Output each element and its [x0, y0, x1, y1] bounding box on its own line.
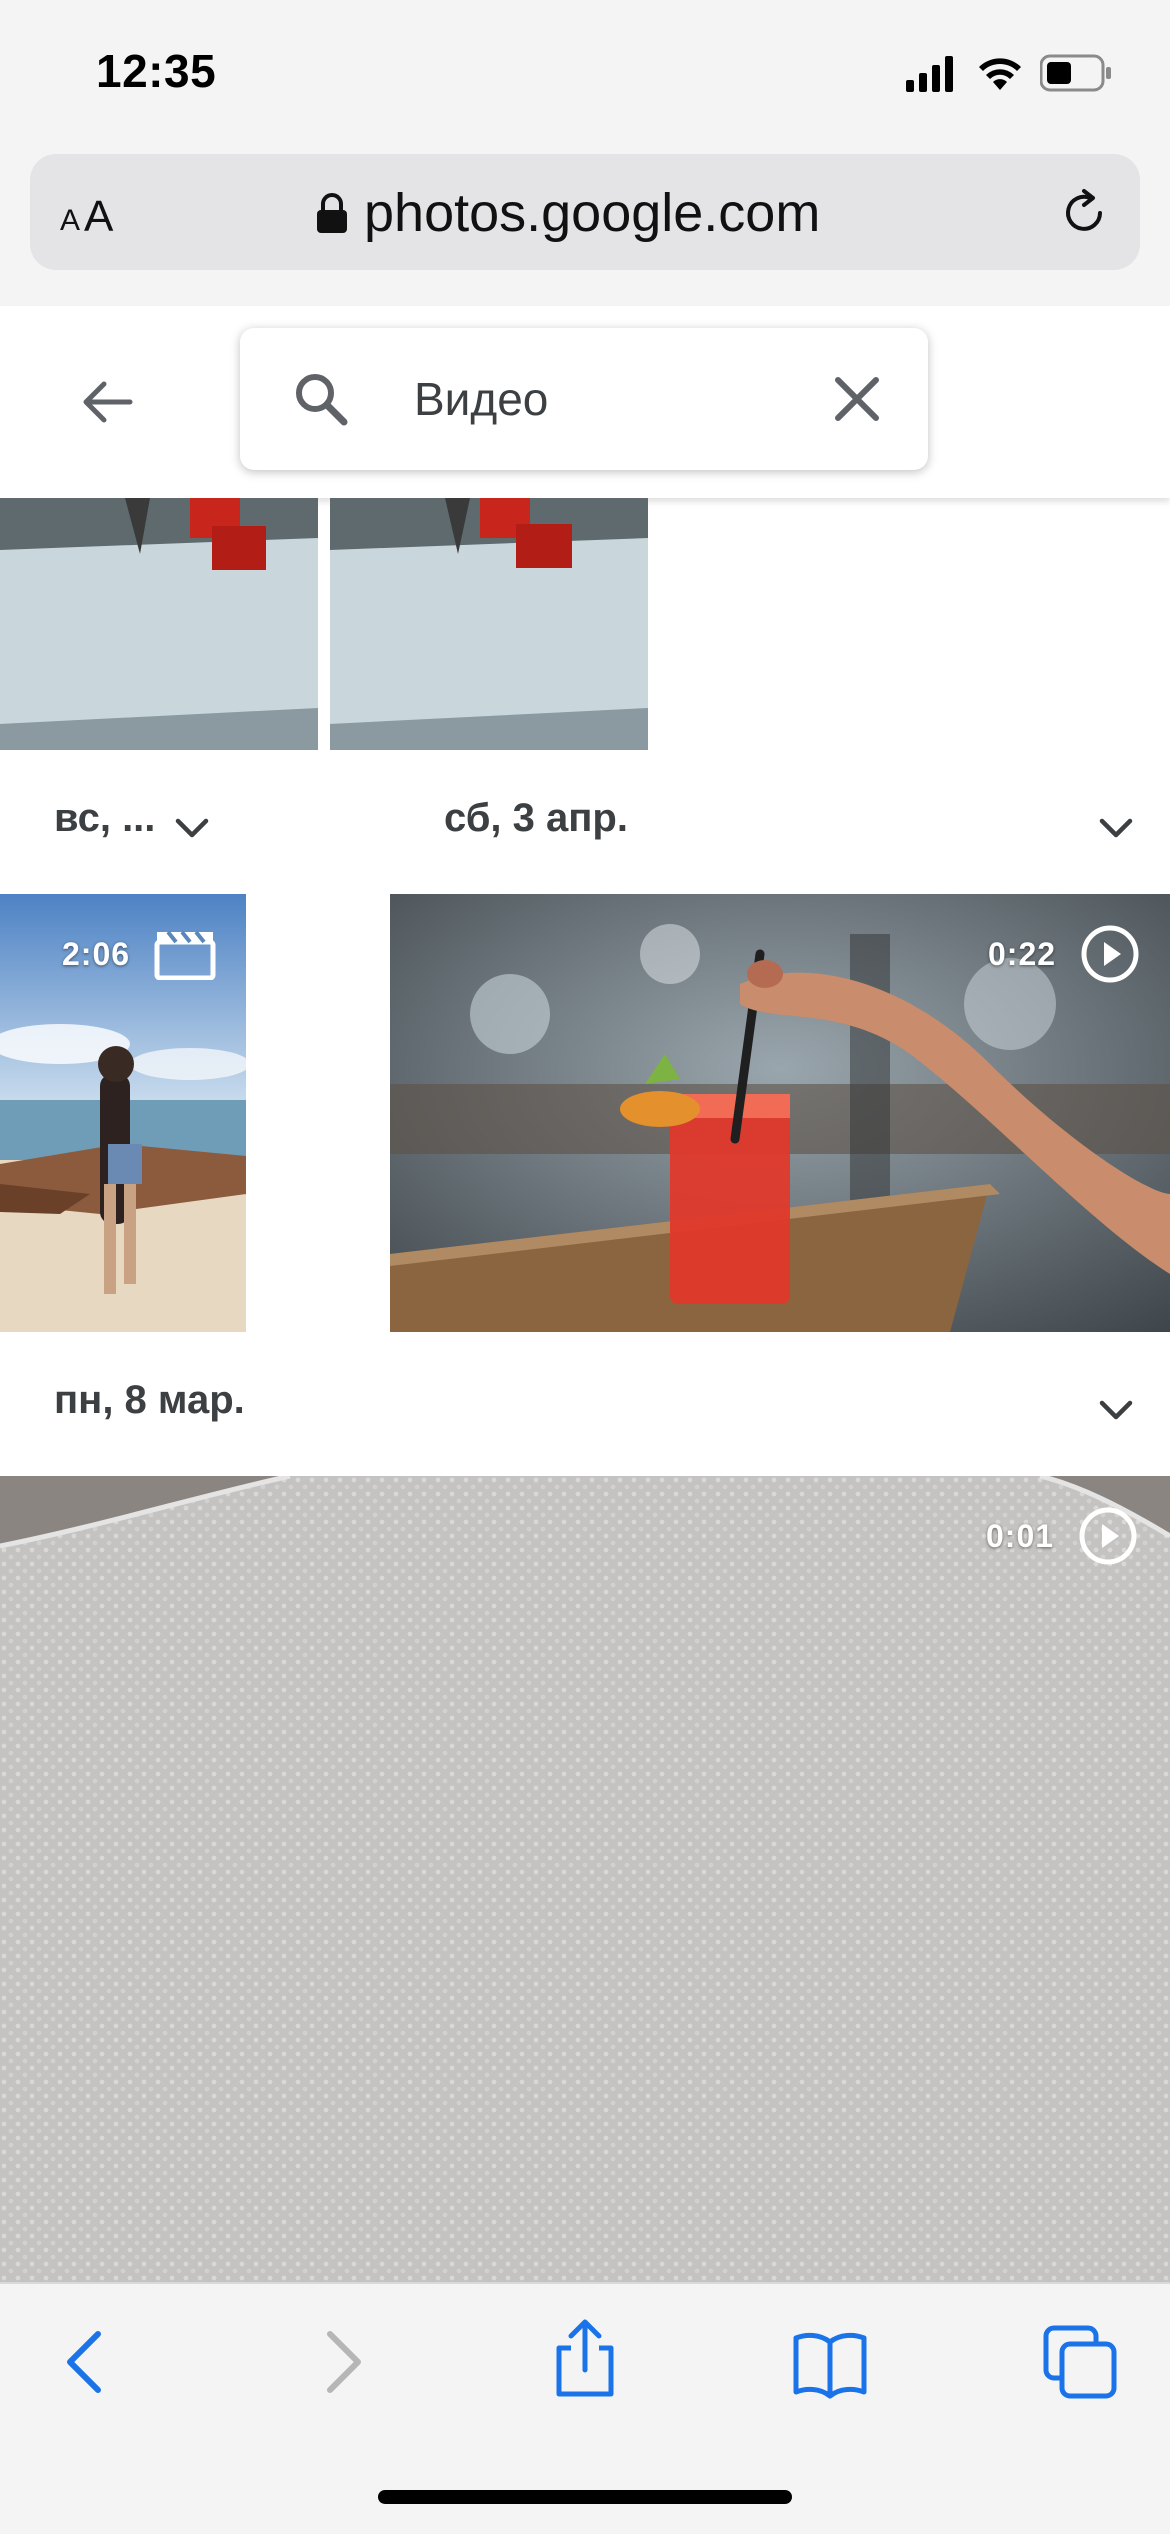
share-icon[interactable]: [545, 2318, 625, 2398]
date-label: сб, 3 апр.: [444, 796, 628, 840]
chevron-down-icon[interactable]: [1094, 1388, 1138, 1432]
play-circle-icon: [1081, 925, 1139, 983]
video-thumbnail[interactable]: 2:06: [0, 894, 246, 1332]
bookmarks-icon[interactable]: [790, 2324, 870, 2404]
video-duration: 0:22: [988, 936, 1057, 972]
text-size-small-label: A: [60, 204, 81, 237]
close-icon[interactable]: [830, 372, 884, 426]
url-text: photos.google.com: [364, 183, 821, 243]
photo-thumbnail[interactable]: [330, 498, 648, 750]
play-circle-icon: [1079, 1507, 1137, 1565]
search-icon: [296, 374, 348, 426]
browser-forward-icon[interactable]: [300, 2322, 380, 2402]
video-duration: 2:06: [62, 936, 131, 972]
cellular-signal-icon: [906, 56, 953, 92]
video-duration: 0:01: [986, 1518, 1055, 1554]
search-query[interactable]: Видео: [414, 370, 548, 428]
chevron-down-icon[interactable]: [1094, 806, 1138, 850]
lock-icon: [317, 193, 347, 233]
url-display[interactable]: photos.google.com: [316, 178, 820, 248]
date-label: пн, 8 мар.: [54, 1378, 245, 1422]
text-size-big-label: A: [84, 192, 114, 241]
home-indicator: [378, 2490, 792, 2504]
browser-back-icon[interactable]: [48, 2322, 128, 2402]
status-time: 12:35: [96, 45, 217, 97]
reload-icon[interactable]: [1054, 183, 1114, 243]
video-thumbnail[interactable]: 0:22: [390, 894, 1170, 1332]
chevron-down-icon[interactable]: [170, 806, 214, 850]
date-label: вс, ...: [54, 796, 156, 840]
movie-clapper-icon: [154, 930, 216, 980]
battery-icon: [1040, 54, 1111, 92]
back-arrow-icon[interactable]: [78, 372, 138, 432]
photo-thumbnail[interactable]: [0, 498, 318, 750]
tabs-icon[interactable]: [1040, 2322, 1120, 2402]
wifi-icon: [979, 58, 1021, 90]
video-thumbnail[interactable]: 0:01: [0, 1476, 1170, 2282]
text-size-button[interactable]: A A: [58, 188, 128, 241]
